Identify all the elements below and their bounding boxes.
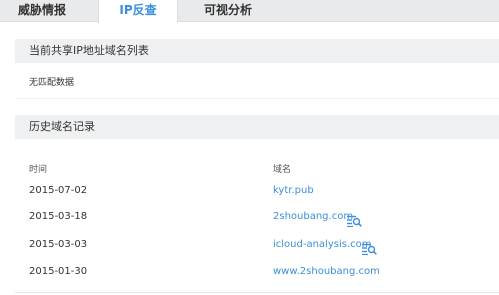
shared-ip-domain-list-header: 当前共享IP地址域名列表 [15, 39, 499, 63]
tab-bar: 威胁情报 IP反查 可视分析 [0, 0, 499, 23]
domain-lookup-icon[interactable] [362, 240, 377, 256]
tab-ip-reverse-lookup[interactable]: IP反查 [98, 0, 178, 23]
section-divider [15, 98, 499, 99]
history-row-date: 2015-07-02 [29, 185, 88, 196]
history-row-date: 2015-03-03 [29, 239, 88, 250]
history-row-domain-link[interactable]: icloud-analysis.com [273, 239, 372, 250]
history-row-date: 2015-01-30 [29, 266, 88, 277]
tab-threat-intel[interactable]: 威胁情报 [0, 0, 84, 22]
domain-history-header: 历史域名记录 [15, 115, 499, 139]
history-row-domain-link[interactable]: www.2shoubang.com [273, 266, 380, 277]
no-data-text: 无匹配数据 [29, 78, 75, 88]
history-row-date: 2015-03-18 [29, 211, 88, 222]
table-bottom-border [15, 292, 499, 293]
column-header-domain: 域名 [273, 165, 292, 175]
column-header-time: 时间 [29, 165, 48, 175]
history-row-domain-link[interactable]: 2shoubang.com [273, 211, 353, 222]
history-row-domain-link[interactable]: kytr.pub [273, 185, 314, 196]
domain-lookup-icon[interactable] [347, 212, 362, 228]
tab-visual-analysis[interactable]: 可视分析 [192, 0, 264, 22]
